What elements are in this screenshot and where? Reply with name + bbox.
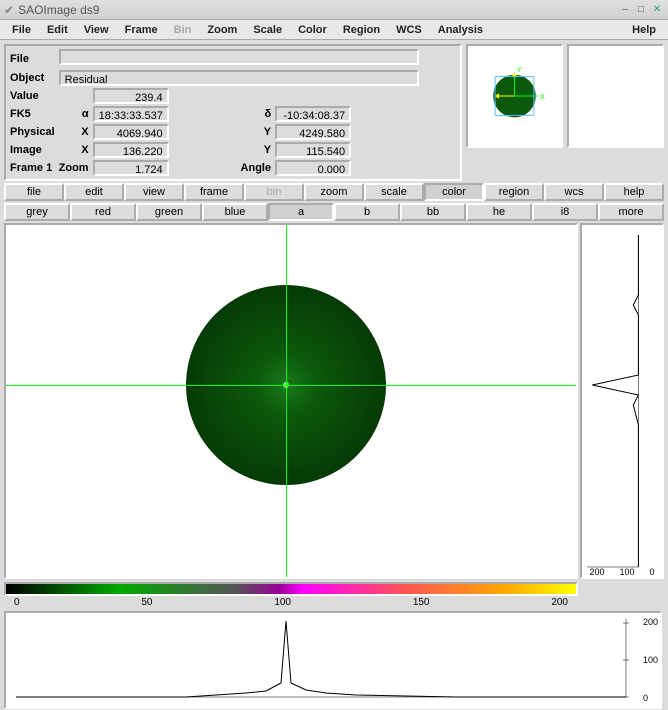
- label-image: Image: [8, 141, 57, 159]
- crosshair-horizontal: [6, 385, 576, 386]
- colorbar[interactable]: [4, 582, 578, 596]
- value-px: 4069.940: [93, 124, 169, 140]
- menu-analysis[interactable]: Analysis: [430, 22, 491, 38]
- button-row-categories: file edit view frame bin zoom scale colo…: [4, 183, 664, 201]
- btn-b[interactable]: b: [334, 203, 400, 221]
- svg-text:Y: Y: [516, 65, 521, 74]
- btn-more[interactable]: more: [598, 203, 664, 221]
- btn-a[interactable]: a: [268, 203, 334, 221]
- label-object: Object: [8, 69, 57, 87]
- minimize-button[interactable]: –: [618, 3, 632, 17]
- maximize-button[interactable]: □: [634, 3, 648, 17]
- label-zoom: Zoom: [57, 159, 91, 177]
- colorbar-ticks: 0 50 100 150 200: [4, 597, 578, 608]
- label-physical: Physical: [8, 123, 57, 141]
- btn-wcs[interactable]: wcs: [544, 183, 604, 201]
- menu-view[interactable]: View: [76, 22, 117, 38]
- cbar-tick-150: 150: [413, 597, 430, 608]
- value-py: 4249.580: [275, 124, 351, 140]
- menu-scale[interactable]: Scale: [245, 22, 290, 38]
- hgraph-tick-0: 0: [643, 693, 658, 703]
- label-frame: Frame 1: [8, 159, 57, 177]
- btn-green[interactable]: green: [136, 203, 202, 221]
- btn-view[interactable]: view: [124, 183, 184, 201]
- cbar-tick-100: 100: [274, 597, 291, 608]
- menu-zoom[interactable]: Zoom: [199, 22, 245, 38]
- value-delta: -10:34:08.37: [275, 106, 351, 122]
- menu-help[interactable]: Help: [624, 22, 664, 38]
- btn-file[interactable]: file: [4, 183, 64, 201]
- cbar-tick-50: 50: [141, 597, 152, 608]
- btn-edit[interactable]: edit: [64, 183, 124, 201]
- value-value: 239.4: [93, 88, 169, 104]
- crosshair-vertical: [286, 225, 287, 577]
- btn-region[interactable]: region: [484, 183, 544, 201]
- vgraph-tick-100: 100: [619, 567, 634, 577]
- cbar-tick-200: 200: [551, 597, 568, 608]
- menu-color[interactable]: Color: [290, 22, 335, 38]
- panner-panel[interactable]: Y X: [466, 44, 563, 148]
- menu-region[interactable]: Region: [335, 22, 388, 38]
- app-icon: ✔: [4, 3, 14, 17]
- menu-bin: Bin: [166, 22, 200, 38]
- label-ix: X: [57, 141, 91, 159]
- label-angle: Angle: [239, 159, 274, 177]
- menu-frame[interactable]: Frame: [117, 22, 166, 38]
- label-value: Value: [8, 87, 57, 105]
- horizontal-cut-graph[interactable]: 200 100 0: [4, 611, 662, 709]
- value-ix: 136.220: [93, 142, 169, 158]
- hgraph-tick-100: 100: [643, 655, 658, 665]
- btn-he[interactable]: he: [466, 203, 532, 221]
- value-angle: 0.000: [275, 160, 351, 176]
- label-iy: Y: [239, 141, 274, 159]
- vertical-cut-graph[interactable]: 200 100 0: [580, 223, 664, 579]
- value-alpha: 18:33:33.537: [93, 106, 169, 122]
- btn-bb[interactable]: bb: [400, 203, 466, 221]
- value-iy: 115.540: [275, 142, 351, 158]
- label-file: File: [8, 48, 57, 69]
- label-fk5: FK5: [8, 105, 57, 123]
- btn-frame[interactable]: frame: [184, 183, 244, 201]
- btn-bin: bin: [244, 183, 304, 201]
- label-py: Y: [239, 123, 274, 141]
- value-file: [59, 49, 419, 65]
- btn-grey[interactable]: grey: [4, 203, 70, 221]
- label-px: X: [57, 123, 91, 141]
- btn-red[interactable]: red: [70, 203, 136, 221]
- label-delta: δ: [239, 105, 274, 123]
- btn-zoom[interactable]: zoom: [304, 183, 364, 201]
- button-row-colormaps: grey red green blue a b bb he i8 more: [4, 203, 664, 221]
- menu-file[interactable]: File: [4, 22, 39, 38]
- window-title: SAOImage ds9: [18, 3, 616, 17]
- menu-edit[interactable]: Edit: [39, 22, 76, 38]
- btn-color[interactable]: color: [424, 183, 484, 201]
- btn-scale[interactable]: scale: [364, 183, 424, 201]
- hgraph-tick-200: 200: [643, 617, 658, 627]
- value-object: Residual: [59, 70, 419, 86]
- menu-wcs[interactable]: WCS: [388, 22, 430, 38]
- btn-i8[interactable]: i8: [532, 203, 598, 221]
- vgraph-tick-0: 0: [649, 567, 654, 577]
- vgraph-tick-200: 200: [589, 567, 604, 577]
- close-button[interactable]: ✕: [650, 3, 664, 17]
- cbar-tick-0: 0: [14, 597, 20, 608]
- image-display[interactable]: [4, 223, 578, 579]
- info-panel: File Object Residual Value 239.4 FK5 α 1…: [4, 44, 462, 181]
- btn-blue[interactable]: blue: [202, 203, 268, 221]
- value-zoom: 1.724: [93, 160, 169, 176]
- label-alpha: α: [57, 105, 91, 123]
- btn-help[interactable]: help: [604, 183, 664, 201]
- svg-text:X: X: [540, 92, 545, 101]
- menubar: File Edit View Frame Bin Zoom Scale Colo…: [0, 20, 668, 40]
- magnifier-panel[interactable]: [567, 44, 664, 148]
- window-titlebar: ✔ SAOImage ds9 – □ ✕: [0, 0, 668, 20]
